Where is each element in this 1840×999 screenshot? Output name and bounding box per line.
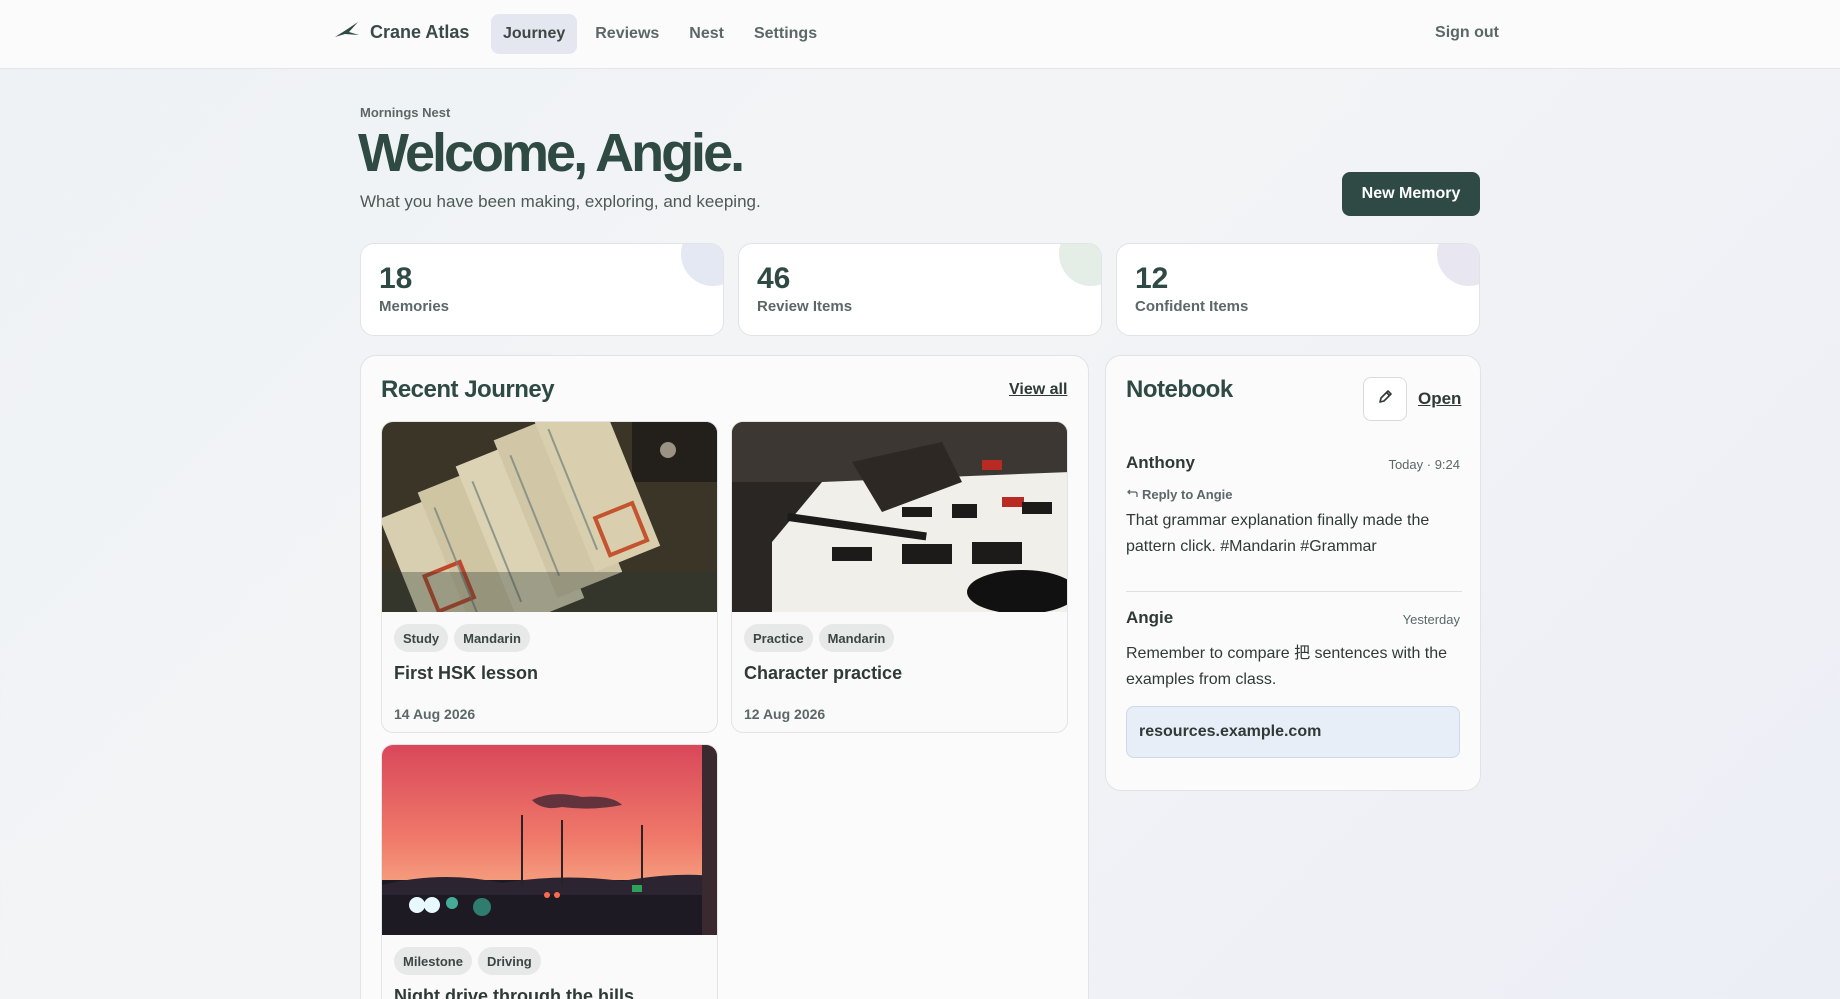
stat-value: 18 (379, 262, 413, 295)
tag-chip[interactable]: Study (394, 624, 449, 652)
entry-author: Anthony (1126, 453, 1195, 472)
decorative-circle (1059, 244, 1101, 286)
card-title: Character practice (744, 663, 903, 683)
nav-item-nest[interactable]: Nest (677, 14, 736, 54)
stat-card-confident-items: 12 Confident Items (1116, 243, 1480, 336)
entry-text: That grammar explanation finally made th… (1126, 512, 1430, 555)
page-title: Welcome, Angie. (358, 123, 745, 183)
stat-card-review-items: 46 Review Items (738, 243, 1102, 336)
stat-value: 46 (757, 262, 791, 295)
sign-out-link[interactable]: Sign out (1435, 24, 1499, 42)
entry-text: Remember to compare 把 sentences with the… (1126, 645, 1448, 688)
reply-arrow-icon (1126, 487, 1138, 502)
stat-value: 12 (1135, 262, 1169, 295)
card-date: 14 Aug 2026 (394, 706, 476, 722)
reply-indicator[interactable]: Reply to Angie (1126, 487, 1233, 502)
tag-chip[interactable]: Milestone (394, 947, 472, 975)
main-nav: Journey Reviews Nest Settings (491, 14, 829, 54)
crane-logo-icon (334, 20, 360, 45)
entry-divider (1126, 591, 1462, 592)
stat-label: Review Items (757, 298, 853, 315)
journey-card-first-hsk-lesson[interactable]: Study Mandarin First HSK lesson 14 Aug 2… (381, 421, 718, 733)
card-date: 12 Aug 2026 (744, 706, 826, 722)
tag-chip[interactable]: Driving (477, 947, 541, 975)
notebook-panel: Notebook Open Anthony Today · 9:24 Reply… (1105, 355, 1481, 791)
decorative-circle (1437, 244, 1479, 286)
card-tags: Milestone Driving (394, 947, 541, 975)
tag-chip[interactable]: Mandarin (818, 624, 895, 652)
top-navigation-bar: Crane Atlas Journey Reviews Nest Setting… (0, 0, 1840, 69)
old-manuscript-image (382, 422, 717, 677)
recent-journey-title: Recent Journey (381, 376, 555, 403)
journey-card-character-practice[interactable]: Practice Mandarin Character practice 12 … (731, 421, 1068, 733)
card-title: First HSK lesson (394, 663, 539, 683)
new-memory-button[interactable]: New Memory (1342, 172, 1480, 216)
journey-card-night-drive[interactable]: Milestone Driving Night drive through th… (381, 744, 718, 999)
entry-time: Today · 9:24 (1388, 457, 1460, 472)
decorative-circle (681, 244, 723, 286)
nav-item-journey[interactable]: Journey (491, 14, 578, 54)
nav-item-reviews[interactable]: Reviews (583, 14, 671, 54)
nav-item-settings[interactable]: Settings (742, 14, 829, 54)
reply-label: Reply to Angie (1142, 487, 1233, 502)
nest-label: Mornings Nest (360, 105, 451, 120)
notebook-title: Notebook (1126, 376, 1233, 403)
page-subtitle: What you have been making, exploring, an… (360, 192, 761, 211)
pencil-icon (1377, 389, 1393, 410)
recent-journey-panel: Recent Journey View all Study Mandarin F… (360, 355, 1089, 999)
brand-name: Crane Atlas (370, 22, 470, 42)
view-all-link[interactable]: View all (1009, 381, 1067, 399)
entry-author: Angie (1126, 608, 1174, 627)
card-title: Night drive through the hills (394, 986, 634, 999)
compose-note-button[interactable] (1363, 377, 1407, 421)
brand[interactable]: Crane Atlas (334, 20, 469, 45)
card-tags: Study Mandarin (394, 624, 530, 652)
card-tags: Practice Mandarin (744, 624, 895, 652)
entry-time: Yesterday (1402, 612, 1460, 627)
stat-card-memories: 18 Memories (360, 243, 724, 336)
resource-link[interactable]: resources.example.com (1126, 706, 1460, 758)
calligraphy-image (732, 422, 1067, 614)
sunset-highway-image (382, 745, 717, 935)
stat-label: Memories (379, 298, 450, 315)
tag-chip[interactable]: Mandarin (454, 624, 530, 652)
open-notebook-link[interactable]: Open (1418, 389, 1461, 409)
stat-label: Confident Items (1135, 298, 1249, 315)
tag-chip[interactable]: Practice (744, 624, 813, 652)
